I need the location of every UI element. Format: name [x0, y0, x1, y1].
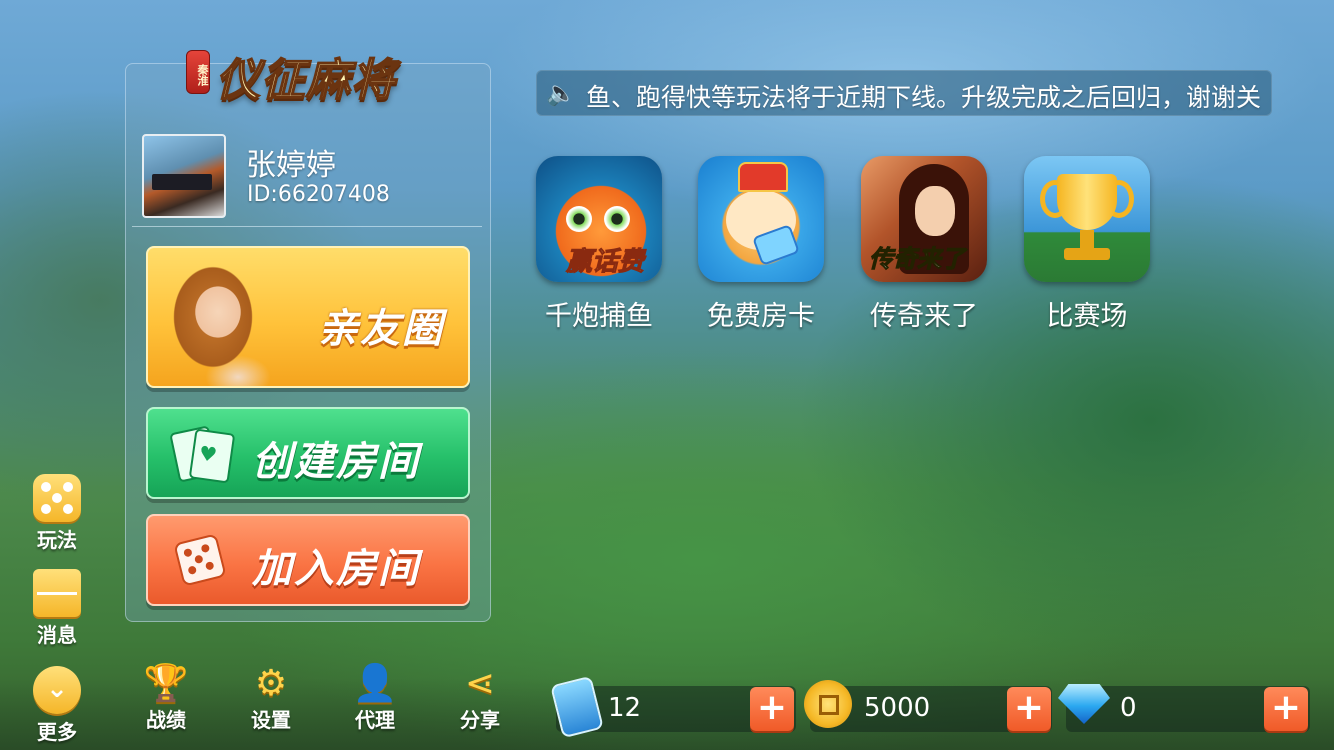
friends-circle-label: 亲友圈	[318, 306, 444, 352]
dog-key-icon[interactable]	[698, 156, 824, 282]
side-item-label: 消息	[37, 623, 77, 647]
logo-tag: 秦淮	[186, 50, 210, 94]
join-room-button[interactable]: 加入房间	[146, 514, 470, 606]
room-card-counter: 12 +	[550, 675, 796, 739]
divider	[132, 226, 482, 227]
game-label: 传奇来了	[870, 301, 978, 332]
game-label: 免费房卡	[707, 301, 815, 332]
diamond-counter: 0 +	[1058, 684, 1310, 732]
add-room-card-button[interactable]: +	[750, 687, 794, 731]
trophy-icon[interactable]	[1024, 156, 1150, 282]
nav-settings[interactable]: ⚙ 设置	[241, 662, 301, 733]
room-card-value: 12	[608, 693, 642, 723]
coin-value: 5000	[864, 693, 931, 723]
dice-icon	[173, 530, 230, 590]
game-label: 比赛场	[1046, 301, 1128, 332]
share-icon: ⋖	[464, 663, 496, 704]
logo-title: 仪征麻将	[215, 54, 396, 107]
side-item-label: 更多	[37, 720, 77, 744]
fish-game-icon[interactable]: 赢话费	[536, 156, 662, 282]
nav-label: 战绩	[146, 708, 186, 732]
nav-label: 分享	[460, 708, 500, 732]
nav-share[interactable]: ⋖ 分享	[450, 662, 510, 733]
chevron-down-icon: ⌄	[33, 666, 81, 714]
create-room-button[interactable]: ♥ 创建房间	[146, 407, 470, 499]
diamond-value: 0	[1120, 693, 1137, 723]
girl-illustration	[158, 252, 298, 386]
nav-agent[interactable]: 👤 代理	[345, 662, 405, 733]
nav-label: 代理	[355, 708, 395, 732]
add-diamond-button[interactable]: +	[1264, 687, 1308, 731]
fish-badge: 赢话费	[565, 247, 645, 278]
add-coin-button[interactable]: +	[1007, 687, 1051, 731]
key-card-icon	[550, 675, 604, 739]
game-label: 千炮捕鱼	[545, 301, 653, 332]
legend-game-icon[interactable]: 传奇来了	[861, 156, 987, 282]
game-logo: 秦淮 仪征麻将	[186, 44, 436, 114]
coin-icon	[804, 680, 852, 728]
nav-label: 设置	[251, 708, 291, 732]
create-room-label: 创建房间	[252, 439, 420, 485]
notice-text: 鱼、跑得快等玩法将于近期下线。升级完成之后回归，谢谢关	[586, 83, 1262, 112]
side-item-label: 玩法	[37, 528, 77, 552]
avatar[interactable]	[142, 134, 226, 218]
trophy-icon: 🏆	[143, 663, 189, 704]
join-room-label: 加入房间	[252, 546, 420, 592]
diamond-icon	[1058, 684, 1110, 724]
user-id: ID:66207408	[247, 182, 390, 207]
username: 张婷婷	[246, 148, 336, 183]
mail-icon	[33, 569, 81, 617]
agent-icon: 👤	[352, 663, 398, 704]
coin-counter: 5000 +	[804, 680, 1052, 732]
side-item-more[interactable]: ⌄ 更多	[30, 666, 84, 745]
friends-circle-button[interactable]: 亲友圈	[146, 246, 470, 388]
side-item-messages[interactable]: 消息	[30, 569, 84, 648]
dice-icon	[33, 474, 81, 522]
speaker-icon: 🔈	[546, 79, 576, 107]
side-item-rules[interactable]: 玩法	[30, 474, 84, 553]
legend-badge: 传奇来了	[869, 245, 966, 274]
gear-icon: ⚙	[254, 663, 288, 704]
cards-icon: ♥	[169, 425, 236, 484]
nav-record[interactable]: 🏆 战绩	[136, 662, 196, 733]
notice-marquee: 🔈 鱼、跑得快等玩法将于近期下线。升级完成之后回归，谢谢关	[536, 70, 1272, 116]
